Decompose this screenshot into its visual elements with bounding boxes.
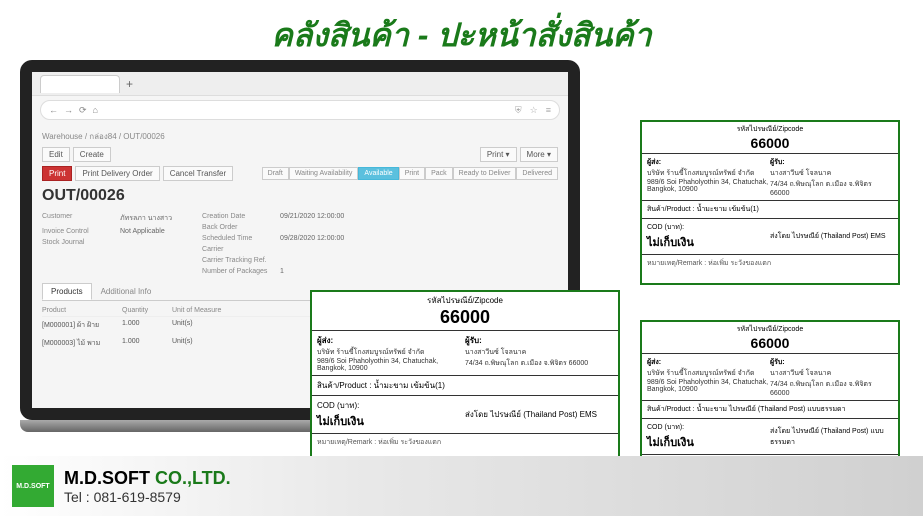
field-value: 1 bbox=[280, 268, 284, 275]
field-label: Creation Date bbox=[202, 213, 272, 220]
receiver-address: นางสาวีนซ์ โจลนาค 74/34 ถ.พิษณุโลก ต.เมื… bbox=[770, 368, 893, 397]
print-delivery-button[interactable]: Print Delivery Order bbox=[75, 166, 159, 181]
status-pipeline: DraftWaiting AvailabilityAvailablePrintP… bbox=[262, 167, 558, 180]
cell-qty: 1.000 bbox=[122, 320, 172, 331]
url-bar[interactable]: ← → ⟳ ⌂ ⛨ ☆ ≡ bbox=[40, 100, 560, 120]
cod-value: ไม่เก็บเงิน bbox=[317, 412, 465, 430]
zipcode-label: รหัสไปรษณีย์/Zipcode bbox=[644, 324, 896, 335]
status-step[interactable]: Waiting Availability bbox=[289, 167, 359, 180]
cod-value: ไม่เก็บเงิน bbox=[647, 433, 770, 451]
remark-heading: หมายเหตุ/Remark : bbox=[647, 260, 706, 267]
company-logo: M.D.SOFT bbox=[12, 465, 54, 507]
sender-address: บริษัท ร้านขี้โกงสมบูรณ์ทรัพย์ จำกัด 989… bbox=[317, 347, 465, 372]
product-heading: สินค้า/Product : bbox=[647, 204, 695, 215]
tab-additional[interactable]: Additional Info bbox=[92, 283, 161, 300]
field-value: Not Applicable bbox=[120, 228, 165, 235]
product-heading: สินค้า/Product : bbox=[317, 379, 371, 392]
order-number: OUT/00026 bbox=[42, 187, 558, 205]
product-value: น้ำมะขาม เข้มข้น(1) bbox=[374, 379, 445, 392]
field-label: Back Order bbox=[202, 224, 272, 231]
sender-heading: ผู้ส่ง: bbox=[317, 336, 333, 345]
shipping-method: ส่งโดย ไปรษณีย์ (Thailand Post) EMS bbox=[770, 231, 893, 242]
star-icon[interactable]: ☆ bbox=[530, 105, 538, 116]
product-value: น้ำมะขาม ไปรษณีย์ (Thailand Post) แบบธรร… bbox=[697, 404, 846, 415]
remark-heading: หมายเหตุ/Remark : bbox=[317, 439, 376, 446]
th-qty: Quantity bbox=[122, 307, 172, 314]
create-button[interactable]: Create bbox=[73, 147, 111, 162]
product-heading: สินค้า/Product : bbox=[647, 404, 695, 415]
cod-heading: COD (บาท): bbox=[647, 222, 770, 233]
field-value: 09/21/2020 12:00:00 bbox=[280, 213, 344, 220]
zipcode-value: 66000 bbox=[644, 335, 896, 351]
sender-address: บริษัท ร้านขี้โกงสมบูรณ์ทรัพย์ จำกัด 989… bbox=[647, 168, 770, 193]
tab-products[interactable]: Products bbox=[42, 283, 92, 300]
field-label: Scheduled Time bbox=[202, 235, 272, 242]
field-value: ภัทรลภา นางสาว bbox=[120, 213, 172, 224]
print-dropdown[interactable]: Print ▾ bbox=[480, 147, 517, 162]
cell-uom: Unit(s) bbox=[172, 338, 232, 349]
reload-icon[interactable]: ⟳ bbox=[79, 105, 87, 116]
status-step[interactable]: Delivered bbox=[516, 167, 558, 180]
field-label: Stock Journal bbox=[42, 239, 112, 246]
receiver-heading: ผู้รับ: bbox=[770, 359, 785, 366]
field-label: Invoice Control bbox=[42, 228, 112, 235]
th-uom: Unit of Measure bbox=[172, 307, 232, 314]
shipping-label-copy-1: รหัสไปรษณีย์/Zipcode 66000 ผู้ส่ง: บริษัท… bbox=[640, 120, 900, 285]
th-product: Product bbox=[42, 307, 122, 314]
receiver-address: นางสาวีนซ์ โจลนาค 74/34 ถ.พิษณุโลก ต.เมื… bbox=[465, 347, 613, 369]
new-tab-icon[interactable]: + bbox=[126, 77, 133, 91]
company-tel: Tel : 081-619-8579 bbox=[64, 489, 231, 505]
product-value: น้ำมะขาม เข้มข้น(1) bbox=[697, 204, 759, 215]
cell-uom: Unit(s) bbox=[172, 320, 232, 331]
zipcode-value: 66000 bbox=[644, 135, 896, 151]
shipping-method: ส่งโดย ไปรษณีย์ (Thailand Post) แบบธรรมด… bbox=[770, 426, 893, 448]
sender-heading: ผู้ส่ง: bbox=[647, 359, 661, 366]
receiver-heading: ผู้รับ: bbox=[770, 159, 785, 166]
back-icon[interactable]: ← bbox=[49, 105, 58, 115]
receiver-heading: ผู้รับ: bbox=[465, 336, 482, 345]
home-icon[interactable]: ⌂ bbox=[93, 105, 98, 115]
toolbar: Edit Create Print ▾ More ▾ bbox=[42, 147, 558, 162]
shipping-method: ส่งโดย ไปรษณีย์ (Thailand Post) EMS bbox=[465, 408, 613, 421]
status-step[interactable]: Available bbox=[358, 167, 398, 180]
menu-icon[interactable]: ≡ bbox=[546, 105, 551, 116]
zipcode-label: รหัสไปรษณีย์/Zipcode bbox=[314, 294, 616, 307]
receiver-address: นางสาวีนซ์ โจลนาค 74/34 ถ.พิษณุโลก ต.เมื… bbox=[770, 168, 893, 197]
browser-tab[interactable] bbox=[40, 75, 120, 93]
company-name: M.D.SOFT CO.,LTD. bbox=[64, 468, 231, 489]
more-dropdown[interactable]: More ▾ bbox=[520, 147, 558, 162]
cancel-transfer-button[interactable]: Cancel Transfer bbox=[163, 166, 233, 181]
status-step[interactable]: Pack bbox=[425, 167, 453, 180]
cell-product: [M000003] ไม้ พาม bbox=[42, 338, 122, 349]
field-label: Customer bbox=[42, 213, 112, 224]
footer: M.D.SOFT M.D.SOFT CO.,LTD. Tel : 081-619… bbox=[0, 456, 923, 516]
print-button[interactable]: Print bbox=[42, 166, 72, 181]
sender-heading: ผู้ส่ง: bbox=[647, 159, 661, 166]
breadcrumb[interactable]: Warehouse / กล่อง84 / OUT/00026 bbox=[42, 130, 558, 143]
status-step[interactable]: Ready to Deliver bbox=[453, 167, 517, 180]
cell-qty: 1.000 bbox=[122, 338, 172, 349]
forward-icon[interactable]: → bbox=[64, 105, 73, 115]
edit-button[interactable]: Edit bbox=[42, 147, 70, 162]
order-fields: Customer ภัทรลภา นางสาว Invoice Control Not… bbox=[42, 213, 558, 275]
cod-heading: COD (บาท): bbox=[317, 399, 465, 412]
cod-value: ไม่เก็บเงิน bbox=[647, 233, 770, 251]
field-value: 09/28/2020 12:00:00 bbox=[280, 235, 344, 242]
remark-value: ห่อเพิ่ม ระวังของแตก bbox=[708, 260, 771, 267]
action-row: Print Print Delivery Order Cancel Transf… bbox=[42, 166, 558, 181]
field-label: Carrier bbox=[202, 246, 272, 253]
field-label: Number of Packages bbox=[202, 268, 272, 275]
status-step[interactable]: Draft bbox=[262, 167, 289, 180]
sender-address: บริษัท ร้านขี้โกงสมบูรณ์ทรัพย์ จำกัด 989… bbox=[647, 368, 770, 393]
cell-product: [M000001] ผ้า ฝ้าย bbox=[42, 320, 122, 331]
status-step[interactable]: Print bbox=[399, 167, 425, 180]
zipcode-value: 66000 bbox=[314, 307, 616, 328]
field-label: Carrier Tracking Ref. bbox=[202, 257, 272, 264]
zipcode-label: รหัสไปรษณีย์/Zipcode bbox=[644, 124, 896, 135]
shield-icon[interactable]: ⛨ bbox=[515, 105, 522, 116]
browser-tab-bar: + bbox=[32, 72, 568, 96]
cod-heading: COD (บาท): bbox=[647, 422, 770, 433]
remark-value: ห่อเพิ่ม ระวังของแตก bbox=[378, 439, 441, 446]
